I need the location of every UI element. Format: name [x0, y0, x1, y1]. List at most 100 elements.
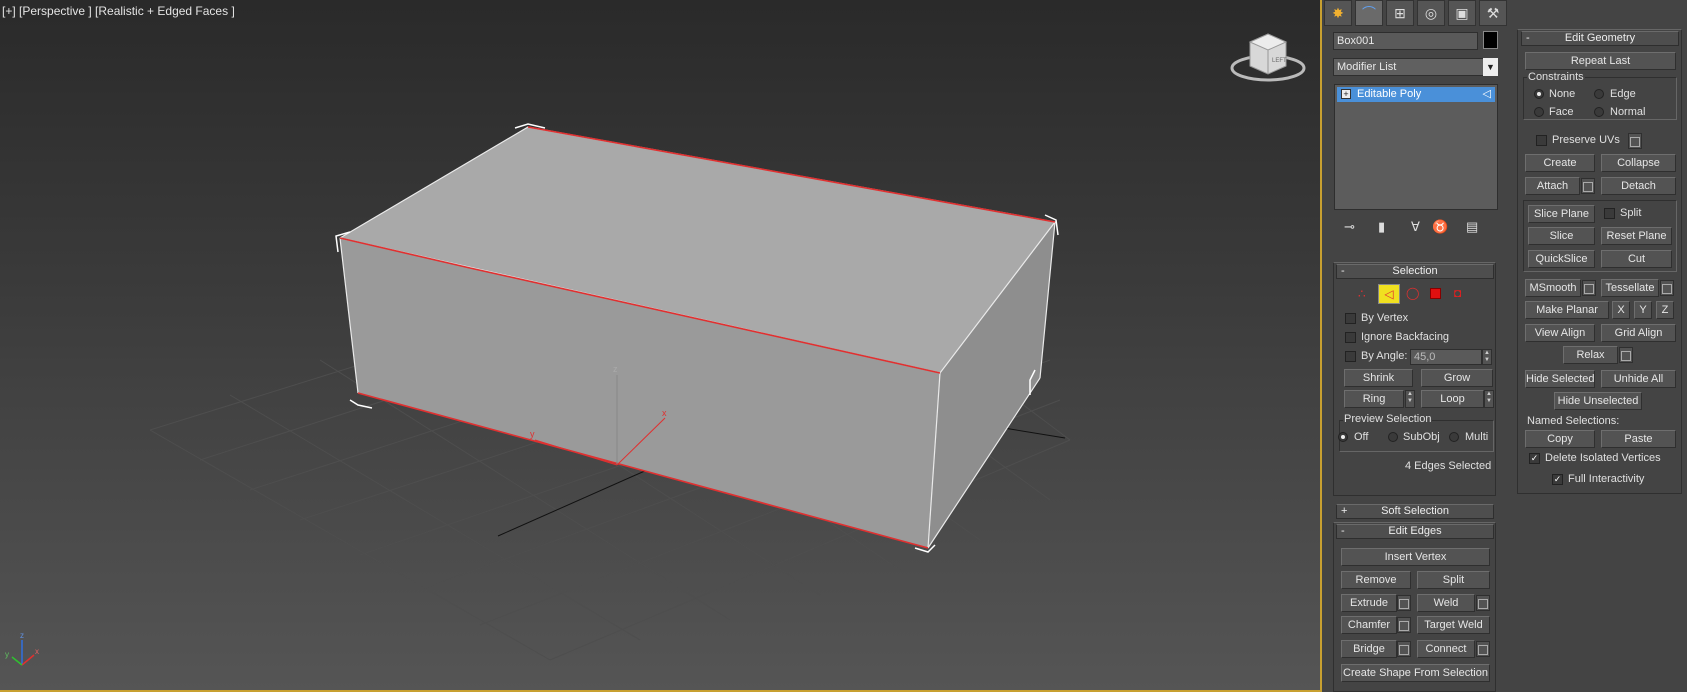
tessellate-button[interactable]: Tessellate: [1601, 279, 1659, 297]
grow-button[interactable]: Grow: [1421, 369, 1493, 387]
create-button[interactable]: Create: [1525, 154, 1595, 172]
view-align-button[interactable]: View Align: [1525, 324, 1595, 342]
selection-rollout-header[interactable]: - Selection: [1336, 264, 1494, 279]
collapse-button[interactable]: Collapse: [1601, 154, 1676, 172]
viewport-scene[interactable]: z x y z x y LEFT: [0, 0, 1322, 692]
hide-selected-button[interactable]: Hide Selected: [1525, 370, 1595, 388]
planar-y-button[interactable]: Y: [1634, 301, 1652, 319]
make-planar-button[interactable]: Make Planar: [1525, 301, 1609, 319]
repeat-last-button[interactable]: Repeat Last: [1525, 52, 1676, 70]
connect-settings-icon[interactable]: [1476, 641, 1490, 657]
create-tab-icon[interactable]: ✸: [1324, 0, 1352, 26]
modify-tab-icon[interactable]: ⌒: [1355, 0, 1383, 26]
split-checkbox[interactable]: [1604, 208, 1615, 219]
preview-off-radio[interactable]: [1338, 432, 1348, 442]
object-name-field[interactable]: Box001: [1333, 32, 1478, 50]
object-color-swatch[interactable]: [1483, 31, 1498, 49]
preserve-uvs-checkbox[interactable]: [1536, 135, 1547, 146]
vertex-mode-icon[interactable]: ∴: [1358, 287, 1366, 301]
weld-settings-icon[interactable]: [1476, 595, 1490, 611]
chamfer-settings-icon[interactable]: [1397, 617, 1411, 633]
loop-spinner[interactable]: ▲ ▼: [1484, 390, 1494, 408]
hierarchy-tab-icon[interactable]: ⊞: [1386, 0, 1414, 26]
constraint-none-radio[interactable]: [1534, 89, 1544, 99]
slice-button[interactable]: Slice: [1528, 227, 1595, 245]
attach-settings-icon[interactable]: [1581, 178, 1595, 194]
edit-edges-rollout-header[interactable]: - Edit Edges: [1336, 524, 1494, 539]
unhide-all-button[interactable]: Unhide All: [1601, 370, 1676, 388]
edge-mode-icon[interactable]: ◁: [1378, 284, 1400, 304]
shrink-button[interactable]: Shrink: [1344, 369, 1413, 387]
bridge-settings-icon[interactable]: [1397, 641, 1411, 657]
constraint-face-radio[interactable]: [1534, 107, 1544, 117]
weld-button[interactable]: Weld: [1417, 594, 1475, 612]
expand-plus-icon[interactable]: +: [1341, 89, 1351, 99]
element-mode-icon[interactable]: ◘: [1454, 286, 1461, 300]
preview-subobj-radio[interactable]: [1388, 432, 1398, 442]
chevron-down-icon[interactable]: ▼: [1483, 58, 1498, 76]
detach-button[interactable]: Detach: [1601, 177, 1676, 195]
loop-button[interactable]: Loop: [1421, 390, 1484, 408]
constraints-label: Constraints: [1527, 71, 1585, 83]
copy-button[interactable]: Copy: [1525, 430, 1595, 448]
constraint-none-label: None: [1549, 88, 1576, 100]
paste-button[interactable]: Paste: [1601, 430, 1676, 448]
bridge-button[interactable]: Bridge: [1341, 640, 1397, 658]
border-mode-icon[interactable]: ◯: [1406, 286, 1419, 300]
relax-button[interactable]: Relax: [1563, 346, 1618, 364]
svg-text:LEFT: LEFT: [1272, 58, 1287, 64]
show-end-result-icon[interactable]: ▮: [1378, 219, 1385, 235]
split-edge-button[interactable]: Split: [1417, 571, 1490, 589]
full-interactivity-checkbox[interactable]: ✓: [1552, 474, 1563, 485]
perspective-viewport[interactable]: z x y z x y LEFT [+] [Perspective ] [Rea…: [0, 0, 1322, 692]
reset-plane-button[interactable]: Reset Plane: [1601, 227, 1672, 245]
msmooth-settings-icon[interactable]: [1582, 280, 1596, 296]
preview-multi-radio[interactable]: [1449, 432, 1459, 442]
polygon-mode-icon[interactable]: [1430, 288, 1441, 299]
grid-align-button[interactable]: Grid Align: [1601, 324, 1676, 342]
svg-text:z: z: [20, 631, 24, 640]
tessellate-settings-icon[interactable]: [1660, 280, 1674, 296]
target-weld-button[interactable]: Target Weld: [1417, 616, 1490, 634]
slice-plane-button[interactable]: Slice Plane: [1528, 205, 1595, 223]
soft-selection-rollout-header[interactable]: + Soft Selection: [1336, 504, 1494, 519]
ring-spinner[interactable]: ▲ ▼: [1405, 390, 1415, 408]
motion-tab-icon[interactable]: ◎: [1417, 0, 1445, 26]
utilities-tab-icon[interactable]: ⚒: [1479, 0, 1507, 26]
chamfer-button[interactable]: Chamfer: [1341, 616, 1397, 634]
modifier-list-dropdown[interactable]: Modifier List: [1333, 58, 1498, 76]
remove-button[interactable]: Remove: [1341, 571, 1411, 589]
stack-item-editable-poly[interactable]: + Editable Poly ◁: [1337, 87, 1495, 102]
angle-value-field[interactable]: 45,0: [1410, 349, 1482, 365]
modifier-stack-list[interactable]: + Editable Poly ◁: [1334, 84, 1498, 210]
edit-geometry-rollout-header[interactable]: - Edit Geometry: [1521, 31, 1679, 46]
make-unique-icon[interactable]: ∀: [1411, 219, 1420, 235]
attach-button[interactable]: Attach: [1525, 177, 1580, 195]
display-tab-icon[interactable]: ▣: [1448, 0, 1476, 26]
delete-isolated-checkbox[interactable]: ✓: [1529, 453, 1540, 464]
cut-button[interactable]: Cut: [1601, 250, 1672, 268]
planar-x-button[interactable]: X: [1612, 301, 1630, 319]
relax-settings-icon[interactable]: [1619, 347, 1633, 363]
create-shape-button[interactable]: Create Shape From Selection: [1341, 664, 1490, 682]
by-vertex-checkbox[interactable]: [1345, 313, 1356, 324]
insert-vertex-button[interactable]: Insert Vertex: [1341, 548, 1490, 566]
preserve-uvs-settings-icon[interactable]: [1628, 133, 1642, 149]
by-angle-checkbox[interactable]: [1345, 351, 1356, 362]
constraint-edge-radio[interactable]: [1594, 89, 1604, 99]
constraint-normal-radio[interactable]: [1594, 107, 1604, 117]
connect-button[interactable]: Connect: [1417, 640, 1475, 658]
remove-modifier-icon[interactable]: ♉: [1432, 219, 1448, 235]
ring-button[interactable]: Ring: [1344, 390, 1404, 408]
viewport-label-menu[interactable]: [+] [Perspective ] [Realistic + Edged Fa…: [2, 4, 235, 18]
extrude-settings-icon[interactable]: [1397, 595, 1411, 611]
angle-spinner[interactable]: ▲ ▼: [1482, 349, 1492, 365]
configure-modifier-sets-icon[interactable]: ▤: [1466, 219, 1478, 235]
planar-z-button[interactable]: Z: [1656, 301, 1674, 319]
hide-unselected-button[interactable]: Hide Unselected: [1554, 392, 1642, 410]
msmooth-button[interactable]: MSmooth: [1525, 279, 1581, 297]
pin-stack-icon[interactable]: ⊸: [1344, 219, 1355, 235]
ignore-backfacing-checkbox[interactable]: [1345, 332, 1356, 343]
extrude-button[interactable]: Extrude: [1341, 594, 1397, 612]
quickslice-button[interactable]: QuickSlice: [1528, 250, 1595, 268]
